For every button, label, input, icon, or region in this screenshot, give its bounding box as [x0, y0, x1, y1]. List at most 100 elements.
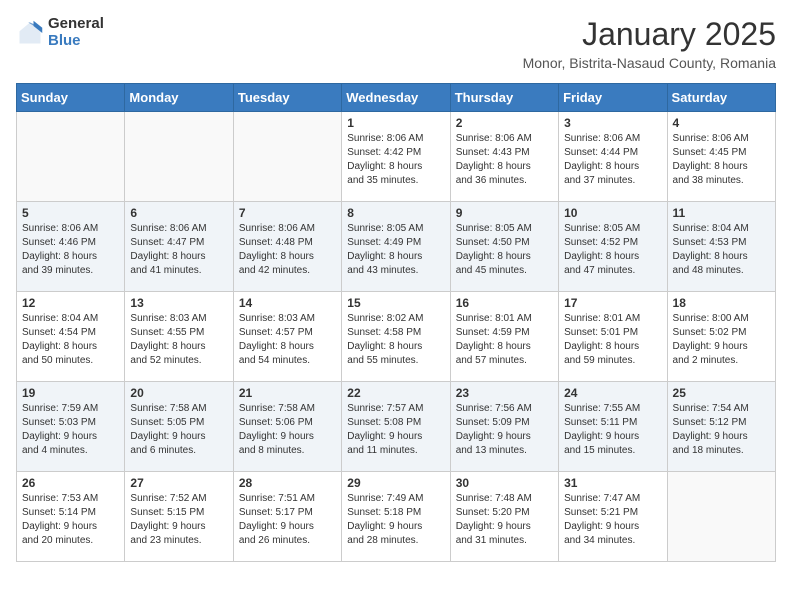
day-number-19: 19: [22, 386, 119, 400]
day-cell-23: 23 Sunrise: 7:56 AM Sunset: 5:09 PM Dayli…: [450, 382, 558, 472]
logo-text: General Blue: [48, 16, 104, 49]
week-row-5: 26 Sunrise: 7:53 AM Sunset: 5:14 PM Dayli…: [17, 472, 776, 562]
day-number-31: 31: [564, 476, 661, 490]
day-info-6: Sunrise: 8:06 AM Sunset: 4:47 PM Dayligh…: [130, 222, 227, 278]
day-cell-4: 4Sunrise: 8:06 AM Sunset: 4:45 PM Daylig…: [667, 112, 775, 202]
day-number-3: 3: [564, 116, 661, 130]
week-row-4: 19 Sunrise: 7:59 AM Sunset: 5:03 PM Dayli…: [17, 382, 776, 472]
day-info-13: Sunrise: 8:03 AM Sunset: 4:55 PM Dayligh…: [130, 312, 227, 368]
day-cell-7: 7 Sunrise: 8:06 AM Sunset: 4:48 PM Daylig…: [233, 202, 341, 292]
day-info-9: Sunrise: 8:05 AM Sunset: 4:50 PM Dayligh…: [456, 222, 553, 278]
page-header: General Blue January 2025 Monor, Bistrit…: [16, 16, 776, 71]
day-cell-11: 11 Sunrise: 8:04 AM Sunset: 4:53 PM Dayli…: [667, 202, 775, 292]
day-cell-28: 28 Sunrise: 7:51 AM Sunset: 5:17 PM Dayli…: [233, 472, 341, 562]
day-info-21: Sunrise: 7:58 AM Sunset: 5:06 PM Dayligh…: [239, 402, 336, 458]
week-row-2: 5 Sunrise: 8:06 AM Sunset: 4:46 PM Daylig…: [17, 202, 776, 292]
calendar-table: SundayMondayTuesdayWednesdayThursdayFrid…: [16, 83, 776, 562]
header-wednesday: Wednesday: [342, 84, 450, 112]
day-cell-26: 26 Sunrise: 7:53 AM Sunset: 5:14 PM Dayli…: [17, 472, 125, 562]
day-info-28: Sunrise: 7:51 AM Sunset: 5:17 PM Dayligh…: [239, 492, 336, 548]
day-number-29: 29: [347, 476, 444, 490]
day-cell-2: 2 Sunrise: 8:06 AM Sunset: 4:43 PM Daylig…: [450, 112, 558, 202]
day-info-26: Sunrise: 7:53 AM Sunset: 5:14 PM Dayligh…: [22, 492, 119, 548]
day-number-9: 9: [456, 206, 553, 220]
day-cell-31: 31 Sunrise: 7:47 AM Sunset: 5:21 PM Dayli…: [559, 472, 667, 562]
day-info-27: Sunrise: 7:52 AM Sunset: 5:15 PM Dayligh…: [130, 492, 227, 548]
day-cell-29: 29 Sunrise: 7:49 AM Sunset: 5:18 PM Dayli…: [342, 472, 450, 562]
location: Monor, Bistrita-Nasaud County, Romania: [523, 55, 776, 71]
logo-icon: [16, 19, 44, 47]
day-number-8: 8: [347, 206, 444, 220]
day-info-23: Sunrise: 7:56 AM Sunset: 5:09 PM Dayligh…: [456, 402, 553, 458]
day-cell-14: 14Sunrise: 8:03 AM Sunset: 4:57 PM Dayli…: [233, 292, 341, 382]
day-info-10: Sunrise: 8:05 AM Sunset: 4:52 PM Dayligh…: [564, 222, 661, 278]
day-number-11: 11: [673, 206, 770, 220]
day-info-20: Sunrise: 7:58 AM Sunset: 5:05 PM Dayligh…: [130, 402, 227, 458]
day-number-26: 26: [22, 476, 119, 490]
day-number-27: 27: [130, 476, 227, 490]
day-cell-5: 5 Sunrise: 8:06 AM Sunset: 4:46 PM Daylig…: [17, 202, 125, 292]
day-number-24: 24: [564, 386, 661, 400]
day-info-8: Sunrise: 8:05 AM Sunset: 4:49 PM Dayligh…: [347, 222, 444, 278]
day-cell-24: 24Sunrise: 7:55 AM Sunset: 5:11 PM Dayli…: [559, 382, 667, 472]
day-number-6: 6: [130, 206, 227, 220]
day-number-23: 23: [456, 386, 553, 400]
header-sunday: Sunday: [17, 84, 125, 112]
day-info-30: Sunrise: 7:48 AM Sunset: 5:20 PM Dayligh…: [456, 492, 553, 548]
day-cell-10: 10Sunrise: 8:05 AM Sunset: 4:52 PM Dayli…: [559, 202, 667, 292]
day-info-22: Sunrise: 7:57 AM Sunset: 5:08 PM Dayligh…: [347, 402, 444, 458]
day-cell-15: 15Sunrise: 8:02 AM Sunset: 4:58 PM Dayli…: [342, 292, 450, 382]
day-cell-9: 9 Sunrise: 8:05 AM Sunset: 4:50 PM Daylig…: [450, 202, 558, 292]
day-cell-8: 8 Sunrise: 8:05 AM Sunset: 4:49 PM Daylig…: [342, 202, 450, 292]
header-tuesday: Tuesday: [233, 84, 341, 112]
day-number-25: 25: [673, 386, 770, 400]
day-info-1: Sunrise: 8:06 AM Sunset: 4:42 PM Dayligh…: [347, 132, 444, 188]
day-info-18: Sunrise: 8:00 AM Sunset: 5:02 PM Dayligh…: [673, 312, 770, 368]
day-cell-3: 3 Sunrise: 8:06 AM Sunset: 4:44 PM Daylig…: [559, 112, 667, 202]
day-cell-16: 16 Sunrise: 8:01 AM Sunset: 4:59 PM Dayli…: [450, 292, 558, 382]
month-title: January 2025: [523, 16, 776, 53]
empty-cell: [17, 112, 125, 202]
day-info-11: Sunrise: 8:04 AM Sunset: 4:53 PM Dayligh…: [673, 222, 770, 278]
day-number-1: 1: [347, 116, 444, 130]
day-info-3: Sunrise: 8:06 AM Sunset: 4:44 PM Dayligh…: [564, 132, 661, 188]
day-info-7: Sunrise: 8:06 AM Sunset: 4:48 PM Dayligh…: [239, 222, 336, 278]
day-info-31: Sunrise: 7:47 AM Sunset: 5:21 PM Dayligh…: [564, 492, 661, 548]
day-number-30: 30: [456, 476, 553, 490]
day-number-13: 13: [130, 296, 227, 310]
day-info-15: Sunrise: 8:02 AM Sunset: 4:58 PM Dayligh…: [347, 312, 444, 368]
day-cell-25: 25 Sunrise: 7:54 AM Sunset: 5:12 PM Dayli…: [667, 382, 775, 472]
day-cell-22: 22Sunrise: 7:57 AM Sunset: 5:08 PM Dayli…: [342, 382, 450, 472]
day-cell-18: 18 Sunrise: 8:00 AM Sunset: 5:02 PM Dayli…: [667, 292, 775, 382]
day-info-19: Sunrise: 7:59 AM Sunset: 5:03 PM Dayligh…: [22, 402, 119, 458]
header-friday: Friday: [559, 84, 667, 112]
day-number-21: 21: [239, 386, 336, 400]
day-info-25: Sunrise: 7:54 AM Sunset: 5:12 PM Dayligh…: [673, 402, 770, 458]
day-number-20: 20: [130, 386, 227, 400]
day-info-16: Sunrise: 8:01 AM Sunset: 4:59 PM Dayligh…: [456, 312, 553, 368]
header-monday: Monday: [125, 84, 233, 112]
day-cell-21: 21 Sunrise: 7:58 AM Sunset: 5:06 PM Dayli…: [233, 382, 341, 472]
day-info-17: Sunrise: 8:01 AM Sunset: 5:01 PM Dayligh…: [564, 312, 661, 368]
day-info-29: Sunrise: 7:49 AM Sunset: 5:18 PM Dayligh…: [347, 492, 444, 548]
calendar-header-row: SundayMondayTuesdayWednesdayThursdayFrid…: [17, 84, 776, 112]
day-cell-12: 12Sunrise: 8:04 AM Sunset: 4:54 PM Dayli…: [17, 292, 125, 382]
day-cell-20: 20 Sunrise: 7:58 AM Sunset: 5:05 PM Dayli…: [125, 382, 233, 472]
day-cell-13: 13 Sunrise: 8:03 AM Sunset: 4:55 PM Dayli…: [125, 292, 233, 382]
day-number-18: 18: [673, 296, 770, 310]
day-number-2: 2: [456, 116, 553, 130]
day-number-16: 16: [456, 296, 553, 310]
day-cell-17: 17Sunrise: 8:01 AM Sunset: 5:01 PM Dayli…: [559, 292, 667, 382]
title-block: January 2025 Monor, Bistrita-Nasaud Coun…: [523, 16, 776, 71]
day-info-2: Sunrise: 8:06 AM Sunset: 4:43 PM Dayligh…: [456, 132, 553, 188]
day-number-14: 14: [239, 296, 336, 310]
day-info-4: Sunrise: 8:06 AM Sunset: 4:45 PM Dayligh…: [673, 132, 770, 188]
day-number-7: 7: [239, 206, 336, 220]
day-info-5: Sunrise: 8:06 AM Sunset: 4:46 PM Dayligh…: [22, 222, 119, 278]
day-number-5: 5: [22, 206, 119, 220]
empty-cell: [667, 472, 775, 562]
header-thursday: Thursday: [450, 84, 558, 112]
day-cell-1: 1 Sunrise: 8:06 AM Sunset: 4:42 PM Daylig…: [342, 112, 450, 202]
logo-general: General: [48, 16, 104, 33]
day-number-28: 28: [239, 476, 336, 490]
